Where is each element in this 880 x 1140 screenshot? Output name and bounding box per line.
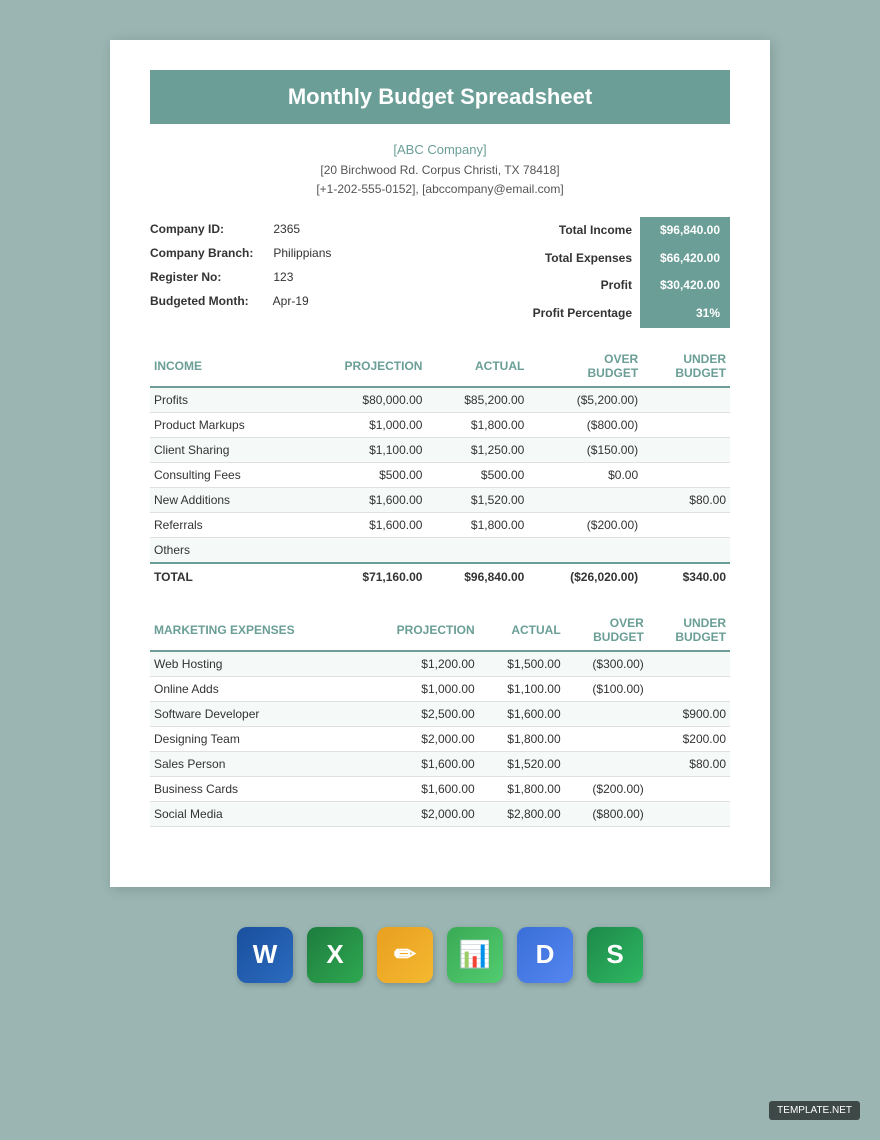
app-excel-icon[interactable]: X	[307, 927, 363, 983]
table-row: Social Media $2,000.00 $2,800.00 ($800.0…	[150, 801, 730, 826]
summary-row: Profit Percentage31%	[529, 300, 730, 328]
company-address: [20 Birchwood Rd. Corpus Christi, TX 784…	[150, 161, 730, 180]
table-row: Web Hosting $1,200.00 $1,500.00 ($300.00…	[150, 651, 730, 677]
app-word-icon[interactable]: W	[237, 927, 293, 983]
meta-field: Company Branch: Philippians	[150, 241, 331, 265]
expenses-col-over: OVERBUDGET	[565, 610, 648, 651]
document-paper: Monthly Budget Spreadsheet [ABC Company]…	[110, 40, 770, 887]
table-row: Consulting Fees $500.00 $500.00 $0.00	[150, 462, 730, 487]
table-row: Designing Team $2,000.00 $1,800.00 $200.…	[150, 726, 730, 751]
table-row: Product Markups $1,000.00 $1,800.00 ($80…	[150, 412, 730, 437]
expenses-table: MARKETING EXPENSES PROJECTION ACTUAL OVE…	[150, 610, 730, 827]
table-row: Online Adds $1,000.00 $1,100.00 ($100.00…	[150, 676, 730, 701]
company-name: [ABC Company]	[150, 140, 730, 161]
meta-section: Company ID: 2365Company Branch: Philippi…	[150, 217, 730, 327]
summary-row: Total Expenses$66,420.00	[529, 245, 730, 273]
table-row: Software Developer $2,500.00 $1,600.00 $…	[150, 701, 730, 726]
company-contact: [+1-202-555-0152], [abccompany@email.com…	[150, 180, 730, 199]
meta-field: Register No: 123	[150, 265, 331, 289]
company-info: [ABC Company] [20 Birchwood Rd. Corpus C…	[150, 140, 730, 199]
income-col-under: UNDERBUDGET	[642, 346, 730, 387]
app-numbers-icon[interactable]: 📊	[447, 927, 503, 983]
table-row: Business Cards $1,600.00 $1,800.00 ($200…	[150, 776, 730, 801]
table-row: Others	[150, 537, 730, 563]
income-table: INCOME PROJECTION ACTUAL OVERBUDGET UNDE…	[150, 346, 730, 590]
income-col-projection: PROJECTION	[298, 346, 427, 387]
expenses-col-name: MARKETING EXPENSES	[150, 610, 358, 651]
income-col-name: INCOME	[150, 346, 298, 387]
template-badge: TEMPLATE.NET	[769, 1101, 860, 1120]
income-col-actual: ACTUAL	[426, 346, 528, 387]
expenses-col-actual: ACTUAL	[479, 610, 565, 651]
summary-row: Total Income$96,840.00	[529, 217, 730, 245]
meta-field: Budgeted Month: Apr-19	[150, 289, 331, 313]
table-row: Profits $80,000.00 $85,200.00 ($5,200.00…	[150, 387, 730, 413]
table-row: Referrals $1,600.00 $1,800.00 ($200.00)	[150, 512, 730, 537]
meta-right: Total Income$96,840.00Total Expenses$66,…	[529, 217, 730, 327]
apps-bar: WX✏📊DS	[237, 927, 643, 983]
app-docs-icon[interactable]: D	[517, 927, 573, 983]
table-row: Client Sharing $1,100.00 $1,250.00 ($150…	[150, 437, 730, 462]
app-sheets-icon[interactable]: S	[587, 927, 643, 983]
income-col-over: OVERBUDGET	[528, 346, 642, 387]
app-pages-icon[interactable]: ✏	[377, 927, 433, 983]
summary-row: Profit$30,420.00	[529, 272, 730, 300]
meta-field: Company ID: 2365	[150, 217, 331, 241]
document-title: Monthly Budget Spreadsheet	[150, 70, 730, 124]
meta-left: Company ID: 2365Company Branch: Philippi…	[150, 217, 331, 327]
expenses-col-under: UNDERBUDGET	[648, 610, 730, 651]
expenses-col-projection: PROJECTION	[358, 610, 478, 651]
table-row: Sales Person $1,600.00 $1,520.00 $80.00	[150, 751, 730, 776]
total-row: TOTAL $71,160.00 $96,840.00 ($26,020.00)…	[150, 563, 730, 590]
table-row: New Additions $1,600.00 $1,520.00 $80.00	[150, 487, 730, 512]
